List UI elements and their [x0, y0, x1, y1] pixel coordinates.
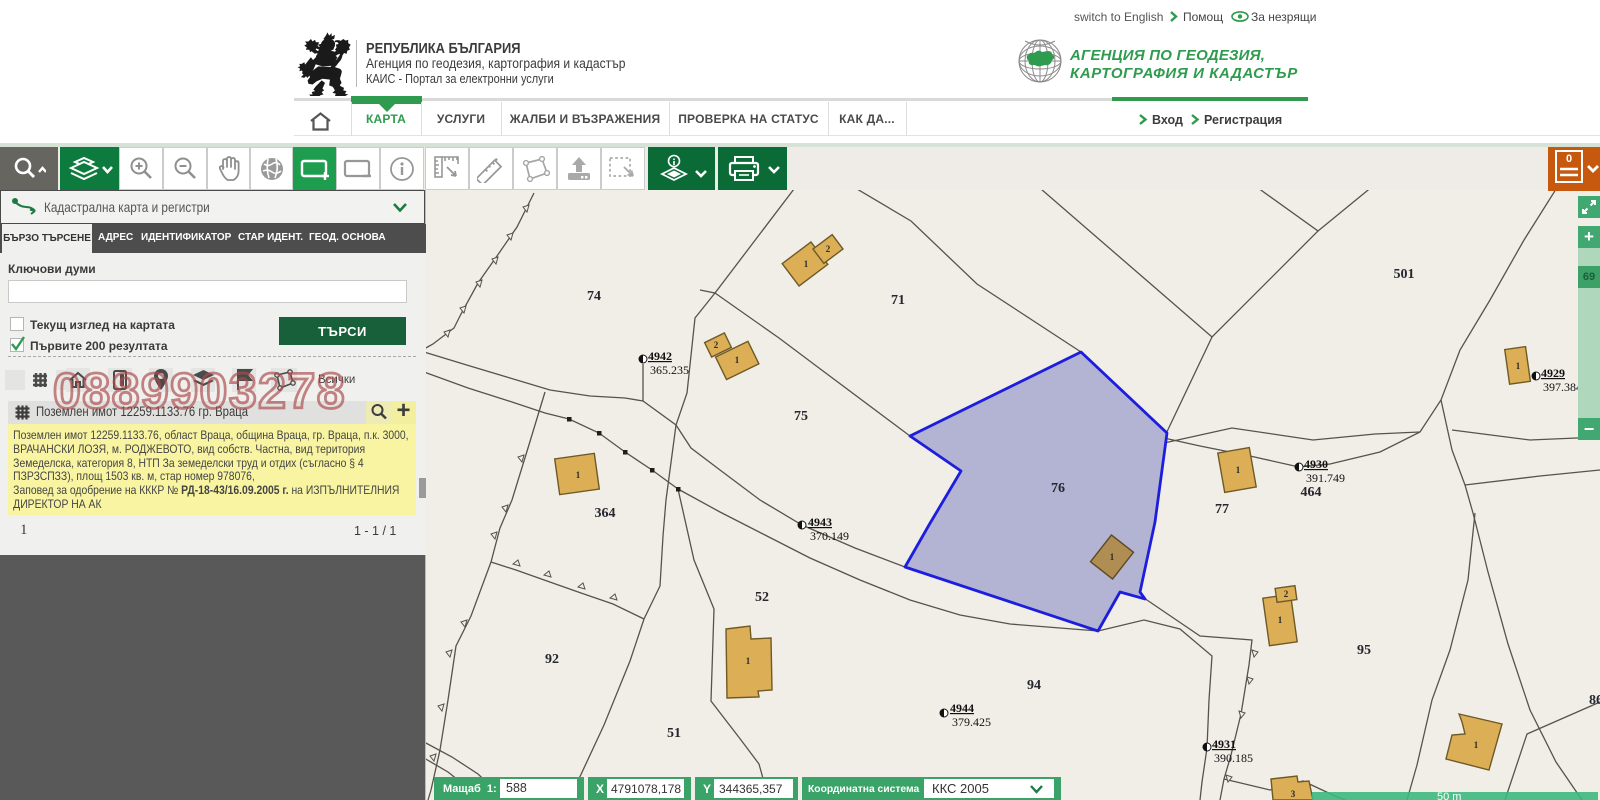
- svg-text:464: 464: [1301, 485, 1322, 500]
- svg-text:52: 52: [755, 590, 769, 605]
- svg-text:94: 94: [1027, 678, 1041, 693]
- svg-text:92: 92: [545, 652, 559, 667]
- svg-text:71: 71: [891, 293, 905, 308]
- svg-text:391.749: 391.749: [1306, 471, 1345, 485]
- svg-text:365.235: 365.235: [650, 363, 689, 377]
- svg-text:86: 86: [1589, 693, 1600, 708]
- svg-text:397.384: 397.384: [1543, 380, 1582, 394]
- svg-text:501: 501: [1394, 267, 1415, 282]
- svg-text:77: 77: [1215, 502, 1229, 517]
- svg-text:379.425: 379.425: [952, 715, 991, 729]
- svg-text:1: 1: [746, 656, 751, 666]
- svg-text:95: 95: [1357, 643, 1371, 658]
- svg-text:51: 51: [667, 726, 681, 741]
- svg-text:364: 364: [595, 506, 616, 521]
- svg-text:1: 1: [1278, 615, 1283, 625]
- svg-text:74: 74: [587, 289, 601, 304]
- svg-text:3: 3: [1291, 789, 1296, 799]
- svg-text:2: 2: [1284, 589, 1289, 599]
- svg-text:370.149: 370.149: [810, 529, 849, 543]
- svg-text:1: 1: [1474, 740, 1479, 750]
- svg-text:4943: 4943: [808, 515, 832, 529]
- svg-text:4930: 4930: [1304, 457, 1328, 471]
- svg-text:2: 2: [826, 244, 831, 254]
- svg-text:76: 76: [1051, 481, 1065, 496]
- svg-text:1: 1: [1516, 361, 1521, 371]
- svg-text:1: 1: [1110, 552, 1115, 562]
- svg-text:390.185: 390.185: [1214, 751, 1253, 765]
- svg-text:4931: 4931: [1212, 737, 1236, 751]
- svg-text:4929: 4929: [1541, 366, 1565, 380]
- svg-text:1: 1: [576, 470, 581, 480]
- svg-text:4942: 4942: [648, 349, 672, 363]
- svg-text:1: 1: [735, 355, 740, 365]
- svg-text:1: 1: [1236, 465, 1241, 475]
- svg-text:2: 2: [714, 340, 719, 350]
- svg-text:1: 1: [804, 259, 809, 269]
- svg-text:75: 75: [794, 409, 808, 424]
- svg-text:4944: 4944: [950, 701, 974, 715]
- svg-text:0: 0: [1566, 153, 1572, 165]
